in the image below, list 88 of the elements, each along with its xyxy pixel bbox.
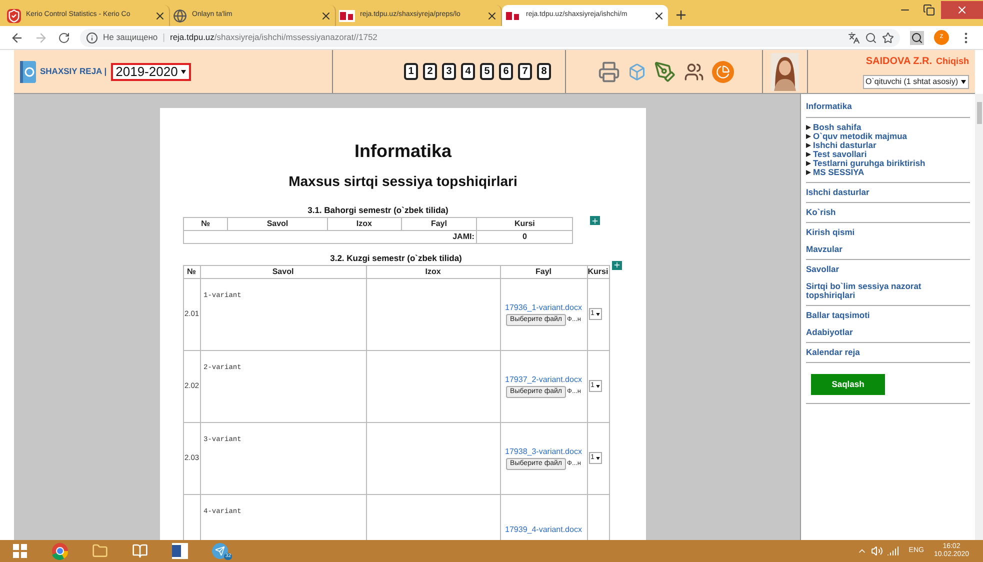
dropdown-icon <box>596 456 600 460</box>
security-label: Не защищено <box>103 31 158 44</box>
column-header: Savol <box>228 217 328 230</box>
brand-name: SHAXSIY REJA | <box>40 65 107 78</box>
total-value: 0 <box>476 230 572 244</box>
sidebar-menu-item[interactable]: Sirtqi bo`lim sessiya nazorat topshiriqlari <box>806 278 970 304</box>
document-subtitle: Maxsus sirtqi sessiya topshiqirlari <box>288 172 518 191</box>
sidebar-menu-item[interactable]: Ballar taqsimoti <box>806 306 970 324</box>
translate-icon[interactable] <box>848 32 860 44</box>
url-text: reja.tdpu.uz/shaxsiyreja/ishchi/mssessiyanazorat//1752 <box>170 31 378 44</box>
close-window-button[interactable] <box>941 1 983 19</box>
sidebar-link[interactable]: Test savollari <box>813 150 867 159</box>
plus-icon <box>591 216 599 224</box>
column-header: Izox <box>366 265 500 278</box>
column-header: Kursi <box>476 217 572 230</box>
close-icon <box>956 4 968 16</box>
column-header: Fayl <box>401 217 477 230</box>
page-number-button[interactable]: 3 <box>442 63 456 80</box>
sidebar-menu-item[interactable]: Kirish qismi <box>806 224 970 241</box>
file-link[interactable]: 17938_3-variant.docx <box>505 446 582 458</box>
column-header: № <box>183 265 200 278</box>
sidebar-menu-item[interactable]: Ko`rish <box>806 204 970 221</box>
close-icon[interactable] <box>486 10 498 22</box>
back-icon[interactable] <box>10 30 24 44</box>
column-header: Kursi <box>587 265 609 278</box>
page-number-button[interactable]: 4 <box>461 63 475 80</box>
page-number-button[interactable]: 5 <box>480 63 494 80</box>
role-select[interactable]: O`qituvchi (1 shtat asosiy) <box>862 75 969 89</box>
pie-chart-icon <box>716 64 730 78</box>
column-header: Fayl <box>500 265 587 278</box>
close-icon[interactable] <box>653 10 665 22</box>
sidebar-menu-item[interactable]: Ishchi dasturlar <box>806 184 970 201</box>
globe-icon <box>173 8 187 22</box>
site-logo-icon <box>339 10 355 22</box>
extension-icon[interactable] <box>910 30 924 44</box>
add-button[interactable] <box>590 216 600 225</box>
total-label: JAMI: <box>184 230 477 244</box>
speaker-icon[interactable] <box>870 545 883 557</box>
printer-icon[interactable] <box>598 60 620 82</box>
page-number-button[interactable]: 8 <box>537 63 551 80</box>
plus-icon <box>613 261 621 270</box>
star-icon[interactable] <box>882 32 894 44</box>
sidebar-link[interactable]: Bosh sahifa <box>813 122 862 132</box>
dropdown-icon <box>961 80 966 84</box>
column-header: № <box>184 217 228 230</box>
document-title: Informatika <box>354 140 452 163</box>
zoom-icon[interactable] <box>865 32 877 44</box>
close-icon[interactable] <box>154 10 166 22</box>
column-header: Izox <box>327 217 402 230</box>
sidebar-link[interactable]: Testlarni guruhga biriktirish <box>813 158 926 168</box>
year-select[interactable]: 2019-2020 <box>110 62 191 80</box>
dropdown-icon <box>596 312 600 316</box>
people-icon[interactable] <box>684 62 704 82</box>
table-caption: 3.1. Bahorgi semestr (o`zbek tilida) <box>308 204 448 217</box>
site-logo-icon <box>505 10 521 22</box>
sidebar-menu-item[interactable]: Kalendar reja <box>806 344 970 361</box>
page-number-button[interactable]: 7 <box>518 63 532 80</box>
sidebar-menu-item[interactable]: Adabiyotlar <box>806 324 970 341</box>
table-caption: 3.2. Kuzgi semestr (o`zbek tilida) <box>330 252 462 264</box>
sidebar-link[interactable]: MS SESSIYA <box>813 168 864 177</box>
paper-plane-icon <box>215 546 225 556</box>
file-link[interactable]: 17936_1-variant.docx <box>505 302 582 314</box>
sidebar-title-link[interactable]: Informatika <box>806 97 970 116</box>
reload-icon[interactable] <box>58 32 70 44</box>
add-button[interactable] <box>612 260 622 270</box>
page-number-button[interactable]: 6 <box>499 63 513 80</box>
sidebar-link[interactable]: Ishchi dasturlar <box>813 140 876 150</box>
sidebar-link[interactable]: O`quv metodik majmua <box>813 132 907 141</box>
shield-icon <box>7 8 21 22</box>
restore-icon[interactable] <box>923 4 935 16</box>
column-header: Savol <box>200 265 366 278</box>
page-number-button[interactable]: 2 <box>423 63 437 80</box>
new-tab-icon[interactable] <box>674 8 688 22</box>
save-button[interactable]: Saqlash <box>811 374 885 395</box>
info-icon <box>86 32 98 44</box>
separator: | <box>162 30 165 44</box>
sidebar-menu-item[interactable]: Mavzular <box>806 240 970 258</box>
address-bar[interactable]: Не защищено | reja.tdpu.uz/shaxsiyreja/ishchi/mssessiyanazorat//1752 <box>80 28 900 46</box>
user-name: SAIDOVA Z.R. <box>866 55 932 69</box>
address-book-icon <box>20 60 36 82</box>
page-number-button[interactable]: 1 <box>404 63 418 80</box>
sidebar-menu-item[interactable]: Savollar <box>806 260 970 278</box>
dropdown-icon <box>180 70 186 74</box>
chart-button[interactable] <box>712 60 734 82</box>
close-icon[interactable] <box>320 10 332 22</box>
dropdown-icon <box>596 384 600 388</box>
file-link[interactable]: 17937_2-variant.docx <box>505 374 582 386</box>
pen-icon[interactable] <box>654 60 676 82</box>
